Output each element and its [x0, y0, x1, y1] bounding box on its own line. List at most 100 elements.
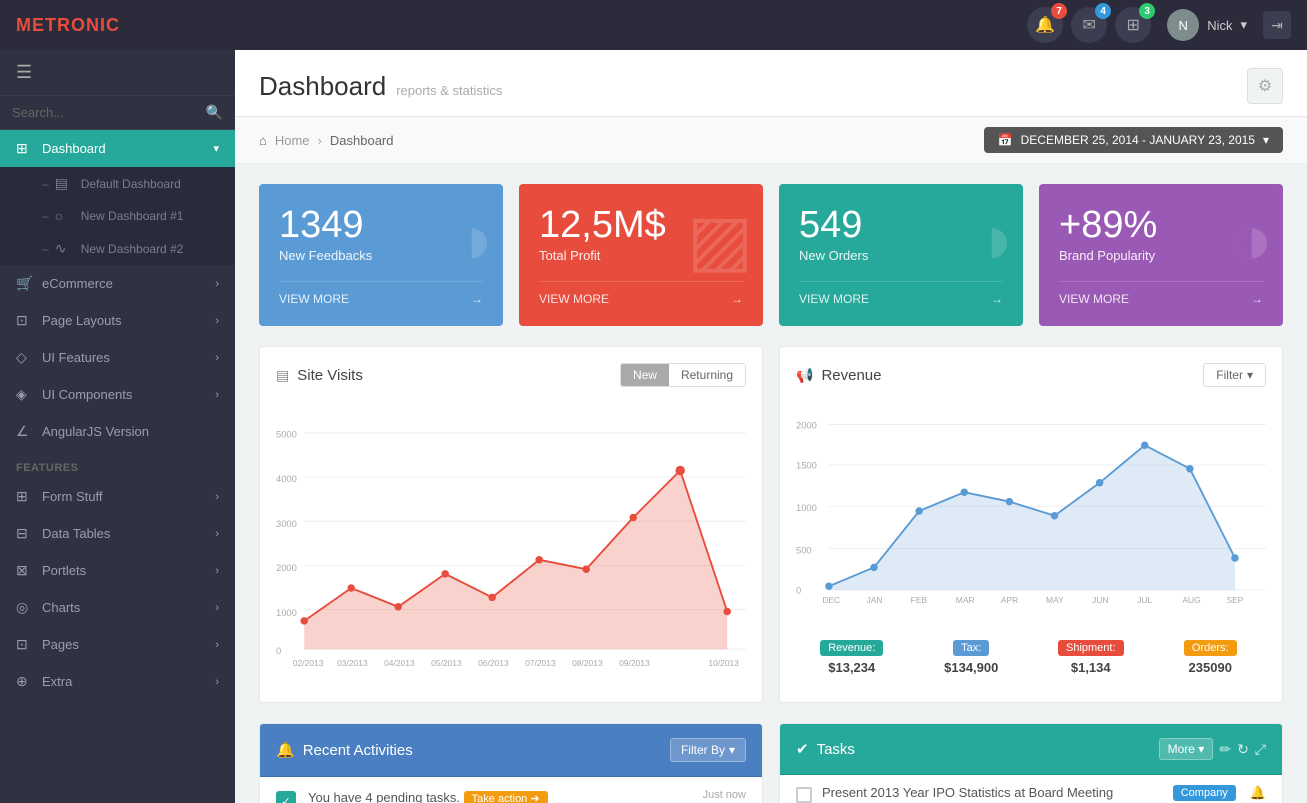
svg-text:500: 500: [796, 544, 812, 555]
arrow-right-icon: →: [731, 292, 743, 306]
brand-name-part1: METRO: [16, 15, 86, 35]
sidebar-item-ecommerce[interactable]: 🛒 eCommerce ›: [0, 265, 235, 302]
task-bell-icon[interactable]: 🔔: [1250, 785, 1266, 801]
breadcrumb-left: ⌂ Home › Dashboard: [259, 133, 394, 148]
stat-card-footer[interactable]: VIEW MORE →: [799, 281, 1003, 306]
sidebar-item-portlets[interactable]: ⊠ Portlets ›: [0, 552, 235, 589]
stat-card-orders[interactable]: ◑ 549 New Orders VIEW MORE →: [779, 184, 1023, 326]
sidebar-item-angularjs[interactable]: ∠ AngularJS Version: [0, 413, 235, 450]
arrow-right-icon: →: [471, 292, 483, 306]
table-icon: ⊟: [16, 525, 32, 542]
sidebar-item-page-layouts[interactable]: ⊡ Page Layouts ›: [0, 302, 235, 339]
user-menu[interactable]: N Nick ▾: [1167, 9, 1247, 41]
svg-text:2000: 2000: [276, 562, 297, 573]
svg-text:3000: 3000: [276, 518, 297, 529]
sidebar: ☰ 🔍 ⊞ Dashboard ▾ ▤ Default Dashboard ○ …: [0, 50, 235, 803]
bell-icon: 🔔: [276, 741, 295, 759]
stat-card-profit[interactable]: ▨ 12,5M$ Total Profit VIEW MORE →: [519, 184, 763, 326]
sidebar-item-label: AngularJS Version: [42, 424, 149, 439]
search-input[interactable]: [12, 105, 206, 120]
stat-card-popularity[interactable]: ◑ +89% Brand Popularity VIEW MORE →: [1039, 184, 1283, 326]
bottom-row: 🔔 Recent Activities Filter By ▾ ✓ You ha…: [259, 723, 1283, 803]
sidebar-item-new-dashboard-2[interactable]: ∿ New Dashboard #2: [0, 232, 235, 265]
sidebar-item-label: Extra: [42, 674, 72, 689]
page-title: Dashboard: [259, 71, 386, 102]
legend-tax: Tax: $134,900: [916, 638, 1028, 675]
sidebar-item-default-dashboard[interactable]: ▤ Default Dashboard: [0, 167, 235, 200]
messages-badge: 4: [1095, 3, 1111, 19]
expand-icon[interactable]: ⤢: [1255, 741, 1266, 758]
view-more-label: VIEW MORE: [1059, 292, 1129, 306]
stat-card-footer[interactable]: VIEW MORE →: [539, 281, 743, 306]
more-button[interactable]: More ▾: [1159, 738, 1214, 760]
revenue-title: 📢 Revenue: [796, 367, 881, 384]
view-more-label: VIEW MORE: [279, 292, 349, 306]
sidebar-item-data-tables[interactable]: ⊟ Data Tables ›: [0, 515, 235, 552]
avatar: N: [1167, 9, 1199, 41]
activity-text: You have 4 pending tasks. Take action ➜: [308, 789, 691, 803]
revenue-panel: 📢 Revenue Filter ▾ 2000 1500: [779, 346, 1283, 703]
task-text: Present 2013 Year IPO Statistics at Boar…: [822, 785, 1163, 800]
stat-card-footer[interactable]: VIEW MORE →: [1059, 281, 1263, 306]
username: Nick: [1207, 18, 1232, 33]
view-more-label: VIEW MORE: [799, 292, 869, 306]
stat-label: Total Profit: [539, 248, 600, 263]
stat-label: New Feedbacks: [279, 248, 372, 263]
sidebar-item-new-dashboard-1[interactable]: ○ New Dashboard #1: [0, 200, 235, 232]
svg-text:MAR: MAR: [956, 595, 975, 605]
stat-card-feedbacks[interactable]: ◑ 1349 New Feedbacks VIEW MORE →: [259, 184, 503, 326]
search-area: 🔍: [0, 96, 235, 130]
sidebar-item-form-stuff[interactable]: ⊞ Form Stuff ›: [0, 478, 235, 515]
task-checkbox[interactable]: [796, 787, 812, 803]
brand-name-part2: NIC: [86, 15, 120, 35]
sidebar-item-charts[interactable]: ◎ Charts ›: [0, 589, 235, 626]
activities-panel-header: 🔔 Recent Activities Filter By ▾: [260, 724, 762, 777]
stat-cards-grid: ◑ 1349 New Feedbacks VIEW MORE → ▨ 12,5M…: [259, 184, 1283, 326]
layout-icon: ⊡: [16, 312, 32, 329]
take-action-button[interactable]: Take action ➜: [464, 791, 548, 803]
topnav-icons: 🔔 7 ✉ 4 ⊞ 3 N Nick ▾ ⇥: [1027, 7, 1291, 43]
sidebar-item-ui-components[interactable]: ◈ UI Components ›: [0, 376, 235, 413]
tasks-panel-header: ✔ Tasks More ▾ ✏ ↻ ⤢: [780, 724, 1282, 775]
menu-toggle[interactable]: ☰: [0, 50, 235, 96]
dashboard-icon: ⊞: [16, 140, 32, 157]
breadcrumb-home[interactable]: Home: [275, 133, 310, 148]
btn-new[interactable]: New: [621, 364, 669, 386]
stat-card-footer[interactable]: VIEW MORE →: [279, 281, 483, 306]
activities-label: Recent Activities: [303, 742, 413, 759]
pencil-icon[interactable]: ✏: [1219, 741, 1231, 758]
sidebar-item-dashboard[interactable]: ⊞ Dashboard ▾: [0, 130, 235, 167]
pages-icon: ⊡: [16, 636, 32, 653]
activity-message: You have 4 pending tasks.: [308, 790, 460, 803]
sidebar-item-extra[interactable]: ⊕ Extra ›: [0, 663, 235, 700]
orders-bg-icon: ◑: [971, 199, 1013, 279]
svg-text:5000: 5000: [276, 429, 297, 440]
settings-button[interactable]: ⚙: [1247, 68, 1283, 104]
check-icon: ✔: [796, 740, 809, 758]
page-title-area: Dashboard reports & statistics: [259, 71, 502, 102]
filter-by-label: Filter By: [681, 743, 725, 757]
revenue-filter-btn[interactable]: Filter ▾: [1203, 363, 1266, 387]
sidebar-item-pages[interactable]: ⊡ Pages ›: [0, 626, 235, 663]
btn-returning[interactable]: Returning: [669, 364, 745, 386]
orders-value: 235090: [1155, 660, 1267, 675]
sidebar-item-label: UI Components: [42, 387, 132, 402]
site-visits-header: ▤ Site Visits New Returning: [276, 363, 746, 387]
messages-btn[interactable]: ✉ 4: [1071, 7, 1107, 43]
refresh-icon[interactable]: ↻: [1237, 741, 1249, 758]
notifications-btn[interactable]: 🔔 7: [1027, 7, 1063, 43]
chevron-down-icon: ▾: [1263, 133, 1269, 147]
sidebar-item-ui-features[interactable]: ◇ UI Features ›: [0, 339, 235, 376]
revenue-header: 📢 Revenue Filter ▾: [796, 363, 1266, 387]
svg-text:05/2013: 05/2013: [431, 658, 462, 668]
svg-text:2000: 2000: [796, 419, 817, 430]
svg-text:10/2013: 10/2013: [708, 658, 739, 668]
filter-by-button[interactable]: Filter By ▾: [670, 738, 746, 762]
task-badge-company: Company: [1173, 785, 1236, 801]
bar-chart-icon: ▤: [55, 175, 71, 192]
chevron-right-icon: ›: [215, 491, 219, 503]
tasks-btn[interactable]: ⊞ 3: [1115, 7, 1151, 43]
date-range-picker[interactable]: 📅 DECEMBER 25, 2014 - JANUARY 23, 2015 ▾: [984, 127, 1283, 153]
logout-btn[interactable]: ⇥: [1263, 11, 1291, 39]
brand-logo[interactable]: METRONIC: [16, 15, 120, 36]
